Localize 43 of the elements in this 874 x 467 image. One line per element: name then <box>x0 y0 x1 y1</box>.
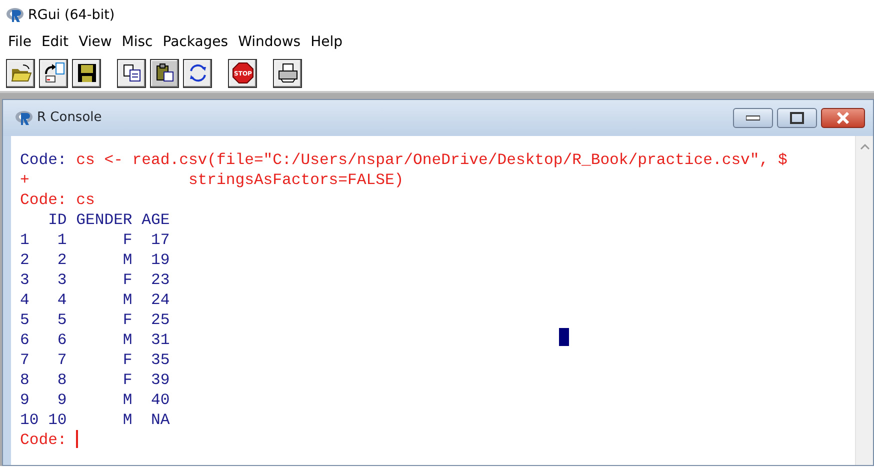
refresh-icon[interactable] <box>183 58 212 88</box>
command-text: cs <- read.csv(file="C:/Users/nspar/OneDrive/Desktop/R_Book/practice.csv", $ <box>76 151 788 169</box>
r-logo-icon <box>15 110 33 126</box>
menu-item[interactable]: Misc <box>116 32 158 53</box>
output-text: 10 10 M NA <box>20 411 170 429</box>
print-icon[interactable] <box>273 58 302 88</box>
menu-item[interactable]: Help <box>306 32 348 53</box>
menu-item[interactable]: Edit <box>36 32 74 53</box>
paste-icon[interactable] <box>150 58 179 88</box>
save-icon[interactable] <box>72 58 101 88</box>
r-logo-icon <box>6 7 24 23</box>
output-text: 5 5 F 25 <box>20 311 170 329</box>
output-text: 9 9 M 40 <box>20 391 170 409</box>
menu-item[interactable]: View <box>74 32 117 53</box>
minimize-button[interactable] <box>733 108 773 128</box>
block-cursor <box>559 328 569 346</box>
close-icon <box>836 112 850 124</box>
load-workspace-icon[interactable] <box>39 58 68 88</box>
output-text: 7 7 F 35 <box>20 351 170 369</box>
output-text: ID GENDER AGE <box>47 211 170 229</box>
command-text: Code: cs <box>20 191 95 209</box>
output-text: 2 2 M 19 <box>20 251 170 269</box>
scrollbar[interactable] <box>855 136 873 465</box>
menu-item[interactable]: Packages <box>158 32 234 53</box>
console-title: R Console <box>37 109 102 128</box>
maximize-button[interactable] <box>777 108 817 128</box>
output-text: 8 8 F 39 <box>20 371 170 389</box>
prompt-text: Code: <box>20 151 68 169</box>
output-text: 1 1 F 17 <box>20 231 170 249</box>
command-text: + stringsAsFactors=FALSE) <box>20 171 404 189</box>
close-button[interactable] <box>821 108 865 128</box>
output-text: 6 6 M 31 <box>20 331 170 349</box>
minimize-icon <box>746 115 760 121</box>
menu-item[interactable]: File <box>3 32 36 53</box>
menu-item[interactable]: Windows <box>233 32 306 53</box>
output-text: 4 4 M 24 <box>20 291 170 309</box>
window-title: RGui (64-bit) <box>28 6 115 25</box>
copy-icon[interactable] <box>117 58 146 88</box>
maximize-icon <box>790 112 804 124</box>
command-text: Code: <box>20 431 68 449</box>
output-text: 3 3 F 23 <box>20 271 170 289</box>
open-folder-icon[interactable] <box>6 58 35 88</box>
text-caret <box>76 430 78 448</box>
